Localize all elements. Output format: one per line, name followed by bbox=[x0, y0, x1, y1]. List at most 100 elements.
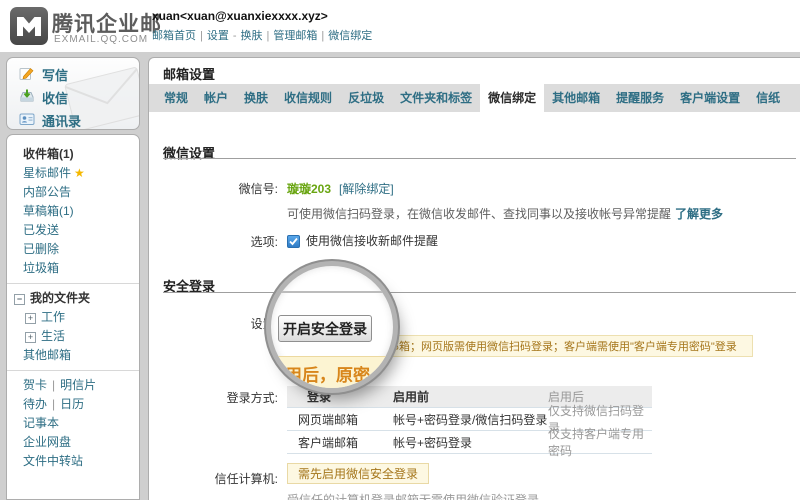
sidebar-item-notebook[interactable]: 记事本 bbox=[7, 414, 139, 433]
sidebar-item-work[interactable]: + 工作 bbox=[7, 308, 139, 327]
section-divider bbox=[163, 292, 796, 293]
folder-label: 内部公告 bbox=[23, 185, 71, 199]
sidebar-divider bbox=[7, 370, 139, 371]
tab-reminder-service[interactable]: 提醒服务 bbox=[608, 84, 672, 112]
sidebar-item-label: 收信 bbox=[42, 88, 68, 107]
wechat-id-value: 璇璇203 bbox=[287, 182, 331, 196]
sidebar-item-my-folders[interactable]: −我的文件夹 bbox=[7, 289, 139, 308]
tab-wechat-bind[interactable]: 微信绑定 bbox=[480, 84, 544, 112]
compose-pencil-icon bbox=[19, 65, 35, 84]
star-icon: ★ bbox=[74, 166, 85, 180]
wechat-description: 可使用微信扫码登录，在微信收发邮件、查找同事以及接收帐号异常提醒了解更多 bbox=[287, 205, 757, 222]
cell-after: 仅支持客户端专用密码 bbox=[548, 425, 652, 459]
sidebar-item-company-drive[interactable]: 企业网盘 bbox=[7, 433, 139, 452]
tab-stationery[interactable]: 信纸 bbox=[748, 84, 788, 112]
expand-icon[interactable]: + bbox=[25, 332, 36, 343]
enable-secure-login-button[interactable]: 开启安全登录 bbox=[278, 315, 372, 342]
tab-account[interactable]: 帐户 bbox=[196, 84, 236, 112]
tab-general[interactable]: 常规 bbox=[156, 84, 196, 112]
sidebar-item-file-transfer[interactable]: 文件中转站 bbox=[7, 452, 139, 471]
sidebar-item-contacts[interactable]: 通讯录 bbox=[7, 109, 139, 130]
tool-separator: | bbox=[52, 397, 55, 411]
login-mode-table: 登录 启用前 启用后 网页端邮箱 帐号+密码登录/微信扫码登录 仅支持微信扫码登… bbox=[287, 386, 652, 454]
sidebar-item-other-mailbox[interactable]: 其他邮箱 bbox=[7, 346, 139, 365]
tab-client-settings[interactable]: 客户端设置 bbox=[672, 84, 748, 112]
exmail-logo-icon[interactable] bbox=[10, 7, 48, 45]
nav-skin[interactable]: 换肤 bbox=[241, 30, 263, 42]
folder-label: 已发送 bbox=[23, 223, 59, 237]
folder-label: 收件箱(1) bbox=[23, 147, 74, 161]
sidebar-item-receive[interactable]: 收信 bbox=[7, 86, 139, 109]
cell-before: 帐号+密码登录 bbox=[393, 434, 548, 451]
tab-other-mailbox[interactable]: 其他邮箱 bbox=[544, 84, 608, 112]
sidebar-item-announcements[interactable]: 内部公告 bbox=[7, 183, 139, 202]
sidebar-divider bbox=[7, 283, 139, 284]
option-new-mail-label[interactable]: 使用微信接收新邮件提醒 bbox=[306, 234, 438, 248]
sidebar-item-greeting-cards: 贺卡 | 明信片 bbox=[7, 376, 139, 395]
folder-label: 已删除 bbox=[23, 242, 59, 256]
inbox-tray-icon bbox=[19, 88, 35, 107]
sidebar-item-life[interactable]: + 生活 bbox=[7, 327, 139, 346]
link-calendar[interactable]: 日历 bbox=[60, 397, 84, 411]
table-row: 客户端邮箱 帐号+密码登录 仅支持客户端专用密码 bbox=[287, 431, 652, 454]
folder-label: 其他邮箱 bbox=[23, 348, 71, 362]
link-postcard[interactable]: 明信片 bbox=[60, 378, 96, 392]
lens-divider-line bbox=[271, 291, 393, 293]
tab-skin[interactable]: 换肤 bbox=[236, 84, 276, 112]
contact-card-icon bbox=[19, 111, 35, 130]
collapse-icon[interactable]: − bbox=[14, 294, 25, 305]
folder-label: 生活 bbox=[41, 329, 65, 343]
sidebar-item-sent[interactable]: 已发送 bbox=[7, 221, 139, 240]
trusted-computer-label: 信任计算机: bbox=[148, 470, 278, 487]
folder-label: 我的文件夹 bbox=[30, 291, 90, 305]
folder-label: 文件中转站 bbox=[23, 454, 83, 468]
nav-wechat-bind[interactable]: 微信绑定 bbox=[328, 30, 372, 42]
col-header-before: 启用前 bbox=[393, 388, 548, 405]
nav-mail-home[interactable]: 邮箱首页 bbox=[152, 30, 196, 42]
folder-label: 企业网盘 bbox=[23, 435, 71, 449]
cell-login-type: 网页端邮箱 bbox=[287, 411, 393, 428]
wechat-description-text: 可使用微信扫码登录，在微信收发邮件、查找同事以及接收帐号异常提醒 bbox=[287, 207, 671, 221]
security-tooltip: 邮箱；网页版需使用微信扫码登录；客户端需使用"客户端专用密码"登录 bbox=[378, 335, 753, 357]
tool-separator: | bbox=[52, 378, 55, 392]
sidebar-item-deleted[interactable]: 已删除 bbox=[7, 240, 139, 259]
setting-label: 设置: bbox=[148, 315, 278, 332]
sidebar-item-label: 写信 bbox=[42, 65, 68, 84]
sidebar-item-compose[interactable]: 写信 bbox=[7, 63, 139, 86]
folder-label: 垃圾箱 bbox=[23, 261, 59, 275]
checkbox-checked-icon[interactable] bbox=[287, 235, 300, 248]
cell-before: 帐号+密码登录/微信扫码登录 bbox=[393, 411, 548, 428]
option-new-mail-row: 使用微信接收新邮件提醒 bbox=[287, 232, 438, 249]
sidebar-item-junk[interactable]: 垃圾箱 bbox=[7, 259, 139, 278]
user-email: xuan<xuan@xuanxiexxxx.xyz> bbox=[152, 9, 328, 23]
expand-icon[interactable]: + bbox=[25, 313, 36, 324]
folder-label: 星标邮件 bbox=[23, 166, 71, 180]
trusted-notice: 需先启用微信安全登录 bbox=[287, 463, 429, 484]
section-heading-wechat: 微信设置 bbox=[163, 143, 215, 162]
tab-antispam[interactable]: 反垃圾 bbox=[340, 84, 392, 112]
unbind-link[interactable]: [解除绑定] bbox=[339, 182, 394, 196]
folder-label: 记事本 bbox=[23, 416, 59, 430]
sidebar-compose-panel: 写信 收信 通讯录 bbox=[6, 57, 140, 130]
nav-separator: - bbox=[233, 30, 237, 42]
brand-domain: EXMAIL.QQ.COM bbox=[54, 34, 148, 45]
link-greeting-card[interactable]: 贺卡 bbox=[23, 378, 47, 392]
folder-label: 工作 bbox=[41, 310, 65, 324]
learn-more-link[interactable]: 了解更多 bbox=[675, 207, 723, 221]
link-todo[interactable]: 待办 bbox=[23, 397, 47, 411]
sidebar-item-todo-calendar: 待办 | 日历 bbox=[7, 395, 139, 414]
trusted-description: 受信任的计算机登录邮箱无需使用微信验证登录 bbox=[287, 491, 539, 500]
sidebar-item-drafts[interactable]: 草稿箱(1) bbox=[7, 202, 139, 221]
nav-manage-mail[interactable]: 管理邮箱 bbox=[273, 30, 317, 42]
login-mode-label: 登录方式: bbox=[148, 389, 278, 406]
sidebar-item-starred[interactable]: 星标邮件★ bbox=[7, 164, 139, 183]
sidebar-item-inbox[interactable]: 收件箱(1) bbox=[7, 145, 139, 164]
cell-login-type: 客户端邮箱 bbox=[287, 434, 393, 451]
nav-separator: | bbox=[200, 30, 203, 42]
tab-mail-rules[interactable]: 收信规则 bbox=[276, 84, 340, 112]
nav-settings[interactable]: 设置 bbox=[207, 30, 229, 42]
magnifier-lens: 开启安全登录 启用后，原密 bbox=[271, 266, 393, 388]
tab-folders-labels[interactable]: 文件夹和标签 bbox=[392, 84, 480, 112]
sidebar-item-label: 通讯录 bbox=[42, 111, 81, 130]
page-title: 邮箱设置 bbox=[163, 64, 215, 83]
